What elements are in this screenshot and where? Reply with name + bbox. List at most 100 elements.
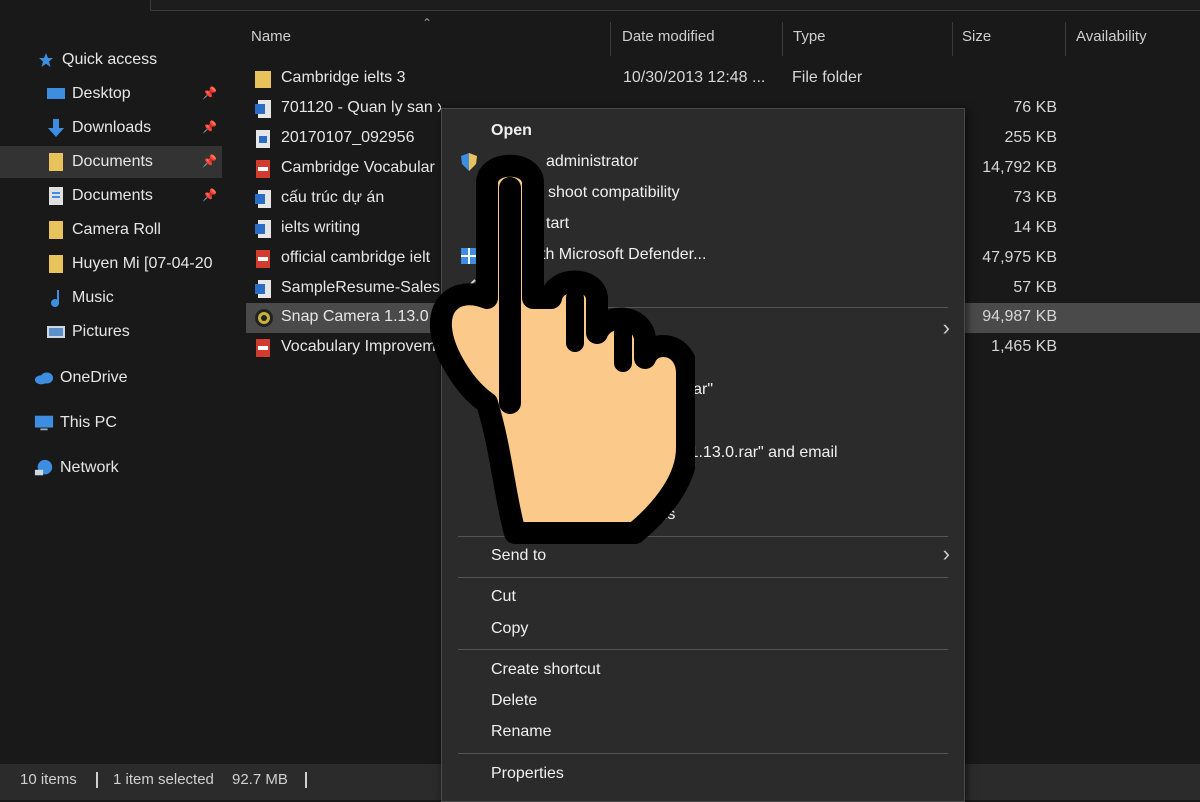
file-name: Vocabulary Improvem [281, 338, 436, 355]
nav-item-pictures[interactable]: Pictures [0, 316, 222, 348]
nav-label: Documents [72, 153, 153, 170]
nav-item-documents[interactable]: Documents 📌 [0, 180, 222, 212]
column-header-date-modified[interactable]: Date modified [622, 28, 715, 45]
nav-item-documents-folder[interactable]: Documents 📌 [0, 146, 222, 178]
status-divider [305, 772, 307, 788]
nav-label: Music [72, 289, 114, 306]
navigation-pane: Quick access Desktop 📌 Downloads 📌 Docum… [0, 14, 222, 764]
nav-item-quick-access[interactable]: Quick access [0, 44, 222, 76]
status-size: 92.7 MB [232, 771, 288, 788]
menu-item-troubleshoot-compatibility[interactable]: shoot compatibility [548, 184, 680, 202]
file-name: SampleResume-Sales [281, 279, 441, 296]
menu-item-properties[interactable]: Properties [491, 765, 564, 783]
nav-item-camera-roll[interactable]: Camera Roll [0, 214, 222, 246]
word-doc-icon [254, 189, 272, 209]
file-size: 94,987 KB [982, 308, 1057, 325]
pictures-icon [46, 322, 66, 342]
context-menu: Open administrator shoot compatibility t… [441, 108, 965, 802]
file-name: Cambridge Vocabular [281, 159, 435, 176]
download-arrow-icon [46, 118, 66, 138]
file-size: 255 KB [1004, 129, 1057, 146]
file-date: 10/30/2013 12:48 ... [623, 69, 766, 86]
file-size: 73 KB [1013, 189, 1057, 206]
status-item-count: 10 items [20, 771, 77, 788]
menu-separator [458, 577, 948, 578]
sort-ascending-icon: ⌃ [422, 16, 433, 30]
address-box[interactable] [150, 0, 1200, 11]
nav-item-onedrive[interactable]: OneDrive [0, 362, 222, 394]
word-doc-icon [254, 279, 272, 299]
word-doc-icon [254, 99, 272, 119]
uac-shield-icon [459, 152, 479, 172]
menu-item-restore-previous-versions[interactable]: sions [638, 506, 675, 524]
snap-camera-icon [254, 308, 273, 328]
pin-icon[interactable]: 📌 [202, 154, 217, 168]
menu-item-open[interactable]: Open [491, 122, 532, 140]
column-headers: ⌃ Name Date modified Type Size Availabil… [222, 14, 1200, 60]
nav-label: This PC [60, 414, 117, 431]
folder-icon [254, 69, 272, 89]
menu-item-scan-with-defender[interactable]: th Microsoft Defender... [541, 246, 706, 264]
column-header-type[interactable]: Type [793, 28, 826, 45]
submenu-chevron-icon: › [942, 541, 950, 566]
cloud-icon [34, 368, 54, 388]
nav-label: Huyen Mi [07-04-20 [72, 255, 213, 272]
document-icon [46, 186, 66, 206]
desktop-icon [46, 84, 66, 104]
column-divider[interactable] [1065, 22, 1066, 56]
menu-item-rename[interactable]: Rename [491, 723, 551, 741]
menu-item-copy[interactable]: Copy [491, 620, 528, 638]
pin-icon[interactable]: 📌 [202, 188, 217, 202]
nav-item-downloads[interactable]: Downloads 📌 [0, 112, 222, 144]
pdf-icon [254, 338, 272, 358]
column-header-size[interactable]: Size [962, 28, 991, 45]
column-divider[interactable] [952, 22, 953, 56]
address-bar-strip [0, 0, 1200, 14]
folder-icon [46, 152, 66, 172]
nav-label: Pictures [72, 323, 130, 340]
file-size: 14,792 KB [982, 159, 1057, 176]
file-row[interactable]: Cambridge ielts 3 10/30/2013 12:48 ... F… [246, 64, 1200, 94]
menu-item-add-to-archive[interactable]: .0.rar" [670, 381, 713, 399]
monitor-icon [34, 413, 54, 433]
column-divider[interactable] [782, 22, 783, 56]
nav-label: Downloads [72, 119, 152, 136]
file-size: 47,975 KB [982, 249, 1057, 266]
nav-label: OneDrive [60, 369, 128, 386]
menu-item-cut[interactable]: Cut [491, 588, 516, 606]
pin-icon[interactable]: 📌 [202, 86, 217, 100]
star-icon [36, 50, 56, 70]
menu-separator [458, 307, 948, 308]
menu-separator [458, 649, 948, 650]
file-name: ielts writing [281, 219, 361, 236]
menu-item-create-shortcut[interactable]: Create shortcut [491, 661, 600, 679]
folder-icon [46, 254, 66, 274]
share-icon [459, 277, 479, 297]
pin-icon[interactable]: 📌 [202, 120, 217, 134]
nav-label: Network [60, 459, 119, 476]
file-name: cấu trúc dự án [281, 189, 385, 206]
file-size: 76 KB [1013, 99, 1057, 116]
file-name: 20170107_092956 [281, 129, 415, 146]
menu-item-delete[interactable]: Delete [491, 692, 537, 710]
pdf-icon [254, 249, 272, 269]
menu-item-run-as-administrator[interactable]: administrator [546, 153, 638, 171]
menu-item-send-to[interactable]: Send to [491, 547, 546, 565]
column-divider[interactable] [610, 22, 611, 56]
nav-item-music[interactable]: Music [0, 282, 222, 314]
column-header-availability[interactable]: Availability [1076, 28, 1147, 45]
nav-item-huyen-mi[interactable]: Huyen Mi [07-04-20 [0, 248, 222, 280]
submenu-chevron-icon: › [942, 315, 950, 340]
folder-icon [46, 220, 66, 240]
nav-item-desktop[interactable]: Desktop 📌 [0, 78, 222, 110]
nav-label: Documents [72, 187, 153, 204]
column-header-name[interactable]: Name [251, 28, 291, 45]
menu-item-pin-to-start[interactable]: tart [546, 215, 569, 233]
nav-item-this-pc[interactable]: This PC [0, 407, 222, 439]
pdf-icon [254, 159, 272, 179]
menu-item-compress-and-email[interactable]: era 1.13.0.rar" and email [662, 444, 838, 462]
nav-item-network[interactable]: Network [0, 452, 222, 484]
file-size: 14 KB [1013, 219, 1057, 236]
menu-separator [458, 753, 948, 754]
word-doc-icon [254, 219, 272, 239]
